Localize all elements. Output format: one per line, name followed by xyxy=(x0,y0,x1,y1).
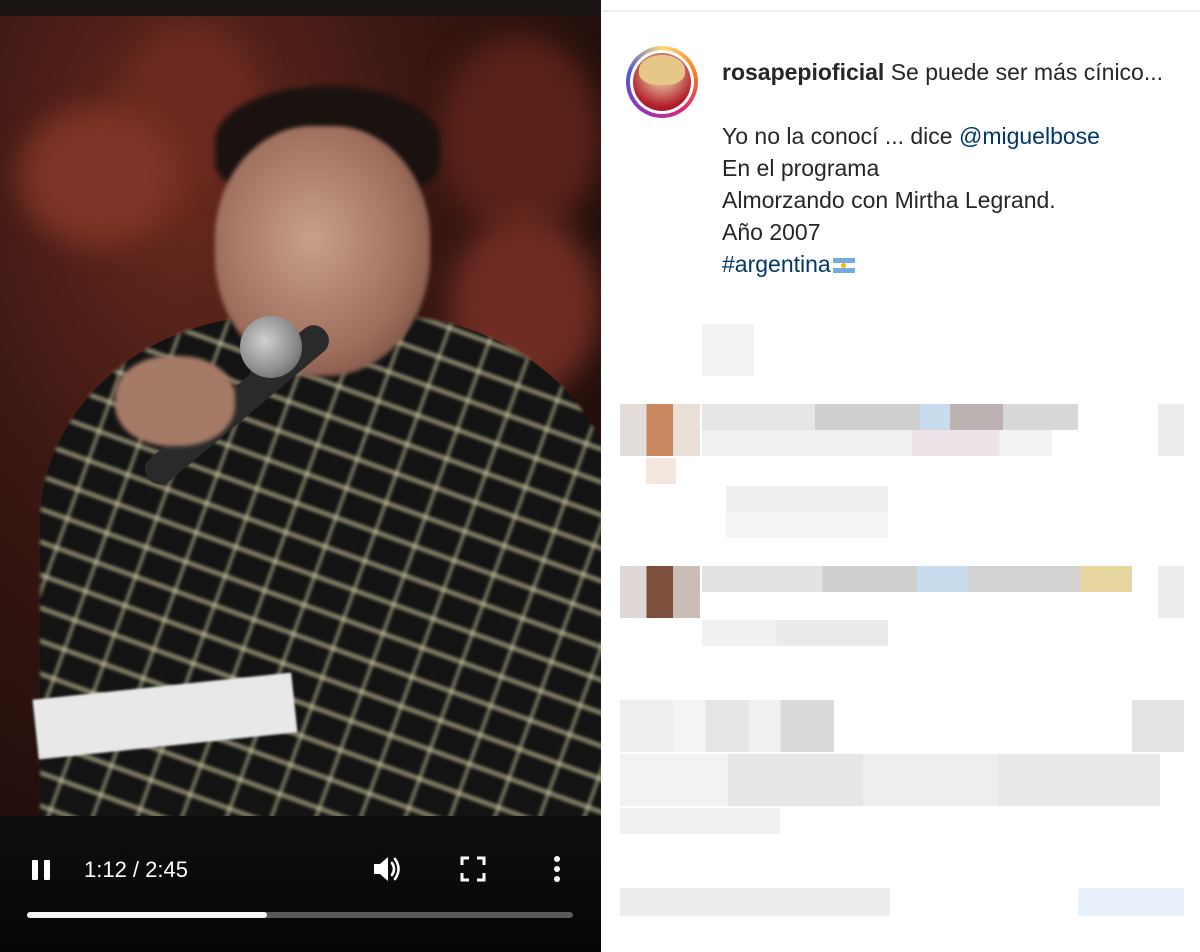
hand xyxy=(115,356,235,446)
video-top-strip xyxy=(0,0,601,16)
pixelated-comment-text xyxy=(702,404,1078,430)
hashtag-link[interactable]: #argentina xyxy=(722,251,831,277)
mention-link[interactable]: @miguelbose xyxy=(959,123,1100,149)
progress-bar[interactable] xyxy=(27,912,573,918)
pixelated-action-bar xyxy=(620,700,834,752)
microphone-head xyxy=(240,316,302,378)
caption-first-line: Se puede ser más cínico... xyxy=(890,59,1164,85)
pixelated-date-text xyxy=(620,808,780,834)
pixelated-bookmark-icon xyxy=(1132,700,1184,752)
caption-line-programa: En el programa xyxy=(722,155,880,181)
avatar-photo xyxy=(633,53,691,111)
caption-line-anio: Año 2007 xyxy=(722,219,821,245)
pause-icon xyxy=(32,860,38,880)
pixelated-like-icon xyxy=(1158,404,1184,456)
pixelated-comment-text xyxy=(702,430,1052,456)
pixelated-comment-meta xyxy=(646,458,676,484)
pixelated-comment-text xyxy=(702,566,1132,592)
pixelated-avatar xyxy=(620,566,700,618)
video-frame[interactable] xyxy=(0,16,601,816)
video-controls-bar xyxy=(0,816,601,952)
pixelated-comment-meta xyxy=(726,486,888,538)
post-panel: rosapepioficial Se puede ser más cínico.… xyxy=(602,0,1200,952)
avatar-hair xyxy=(639,55,685,85)
avatar[interactable] xyxy=(626,46,698,118)
pixelated-timestamp xyxy=(702,324,754,376)
pixelated-likes-text xyxy=(620,754,1160,806)
progress-fill xyxy=(27,912,268,918)
pause-icon-bar xyxy=(44,860,50,880)
volume-button[interactable] xyxy=(370,852,404,886)
time-display: 1:12 / 2:45 xyxy=(84,857,188,882)
volume-icon xyxy=(374,857,400,881)
pixelated-like-icon xyxy=(1158,566,1184,618)
pause-button[interactable] xyxy=(28,856,54,884)
post-caption: rosapepioficial Se puede ser más cínico.… xyxy=(722,56,1182,280)
username-link[interactable]: rosapepioficial xyxy=(722,59,884,85)
video-player[interactable]: 1:12 / 2:45 xyxy=(0,0,601,952)
caption-line-conoci: Yo no la conocí ... dice xyxy=(722,123,959,149)
argentina-flag-icon xyxy=(832,258,855,273)
audience-figure xyxy=(20,106,180,246)
avatar-inner xyxy=(630,50,694,114)
panel-divider xyxy=(602,10,1200,12)
fullscreen-button[interactable] xyxy=(458,854,488,884)
fullscreen-icon xyxy=(460,856,486,882)
more-options-button[interactable] xyxy=(545,852,569,886)
caption-line-almorzando: Almorzando con Mirtha Legrand. xyxy=(722,187,1056,213)
audience-figure xyxy=(440,36,600,236)
pixelated-comment-input xyxy=(620,888,890,916)
pixelated-comment-meta xyxy=(702,620,888,646)
more-vertical-icon xyxy=(554,856,560,882)
pixelated-post-button xyxy=(1078,888,1184,916)
pixelated-avatar xyxy=(620,404,700,456)
